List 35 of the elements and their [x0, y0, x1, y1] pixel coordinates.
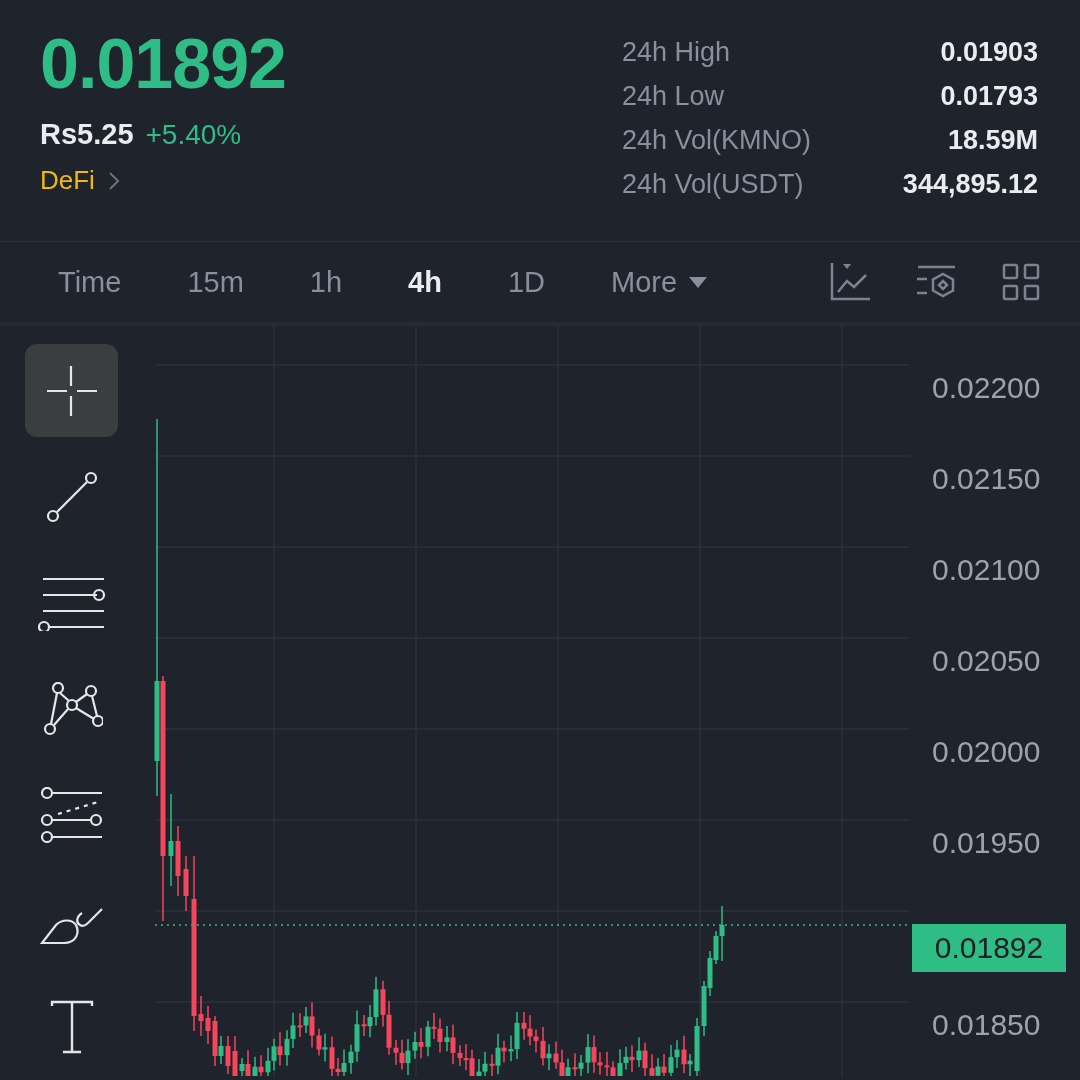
fiat-price: Rs5.25	[40, 118, 134, 151]
price-axis-label: 0.02050	[932, 642, 1041, 679]
stat-value: 344,895.12	[902, 168, 1038, 201]
price-change: +5.40%	[145, 119, 242, 151]
line-chart-icon[interactable]	[830, 263, 870, 301]
text-tool-icon	[49, 999, 94, 1054]
price-axis-label: 0.02200	[932, 369, 1041, 406]
price-axis-label: 0.01850	[932, 1006, 1041, 1043]
interval-tab[interactable]: Time	[38, 259, 142, 305]
more-dropdown[interactable]: More	[591, 259, 728, 305]
stat-value: 0.01903	[939, 36, 1038, 69]
caret-down-icon	[689, 276, 708, 288]
stat-label: 24h High	[622, 36, 732, 69]
stat-value: 18.59M	[946, 124, 1038, 157]
category-link[interactable]: DeFi	[40, 165, 287, 196]
interval-tab[interactable]: 4h	[388, 259, 462, 305]
interval-tab[interactable]: 1D	[487, 259, 565, 305]
price-axis-label: 0.02150	[932, 460, 1041, 497]
price-axis-label: 0.02100	[932, 551, 1041, 588]
candle	[183, 855, 189, 912]
indicator-settings-icon[interactable]	[916, 265, 956, 299]
trendline-tool-icon	[44, 469, 99, 524]
stat-label: 24h Low	[622, 80, 726, 113]
stat-value: 0.01793	[939, 80, 1038, 113]
crosshair-tool-icon	[44, 363, 99, 418]
last-price: 0.01892	[40, 26, 287, 102]
price-axis-label: 0.01950	[932, 824, 1041, 861]
chevron-right-icon	[108, 171, 119, 190]
interval-tab[interactable]: 15m	[167, 259, 264, 305]
interval-tab[interactable]: 1h	[289, 259, 363, 305]
stat-label: 24h Vol(KMNO)	[622, 124, 812, 157]
stat-label: 24h Vol(USDT)	[622, 168, 805, 201]
current-price-badge: 0.01892	[912, 923, 1066, 972]
price-axis-label: 0.02000	[932, 733, 1041, 770]
grid-layout-icon[interactable]	[1002, 263, 1040, 301]
